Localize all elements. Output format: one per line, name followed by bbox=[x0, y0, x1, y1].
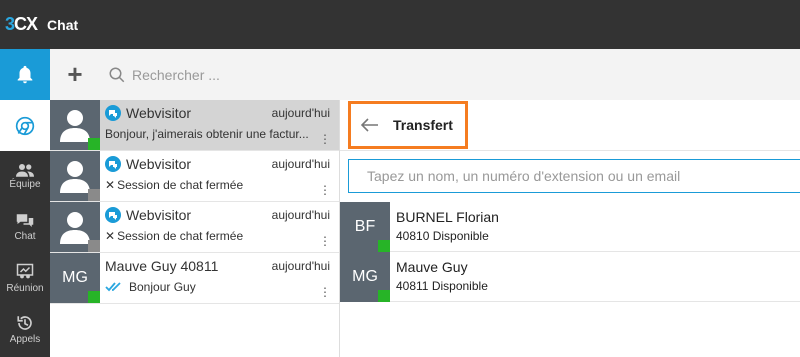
search-icon bbox=[109, 67, 125, 82]
more-options-icon[interactable]: ⋮ bbox=[319, 235, 331, 247]
chat-icon bbox=[16, 214, 34, 227]
sidebar-item-label: Réunion bbox=[6, 283, 44, 294]
sidebar: Équipe Chat Réunion Appels bbox=[0, 49, 50, 357]
timestamp: aujourd'hui bbox=[271, 259, 330, 273]
status-indicator bbox=[88, 138, 100, 150]
toolbar: + Rechercher ... bbox=[50, 49, 800, 100]
avatar-initials: MG bbox=[62, 269, 88, 286]
add-button[interactable]: + bbox=[50, 59, 100, 90]
app-title: Chat bbox=[47, 16, 79, 33]
webvisitor-icon bbox=[105, 207, 121, 223]
conversation-item[interactable]: Webvisitor aujourd'hui ✕ Session de chat … bbox=[50, 151, 339, 202]
more-options-icon[interactable]: ⋮ bbox=[319, 184, 331, 196]
contact-item[interactable]: MG Mauve Guy 40811 Disponible bbox=[340, 252, 800, 302]
contact-name: Mauve Guy bbox=[396, 259, 468, 275]
panel-title: Transfert bbox=[393, 117, 453, 133]
avatar: BF bbox=[340, 202, 390, 252]
avatar-initials: MG bbox=[352, 268, 378, 285]
contact-status: Disponible bbox=[432, 229, 489, 243]
avatar: MG bbox=[340, 252, 390, 302]
contact-name: Webvisitor bbox=[126, 207, 192, 223]
contact-extension: 40811 bbox=[396, 279, 429, 293]
contact-name: Webvisitor bbox=[126, 156, 192, 172]
contact-name: Mauve Guy 40811 bbox=[105, 258, 219, 274]
status-indicator bbox=[88, 240, 100, 252]
sidebar-item-team[interactable]: Équipe bbox=[0, 151, 50, 202]
sidebar-item-calls[interactable]: Appels bbox=[0, 304, 50, 355]
meeting-icon bbox=[16, 263, 34, 279]
sidebar-item-meeting[interactable]: Réunion bbox=[0, 253, 50, 304]
sidebar-item-browser[interactable] bbox=[0, 100, 50, 151]
status-indicator bbox=[378, 240, 390, 252]
sidebar-item-label: Chat bbox=[14, 231, 36, 242]
bell-icon bbox=[17, 65, 33, 83]
avatar bbox=[50, 151, 100, 201]
transfer-header: Transfert bbox=[348, 101, 468, 149]
conversation-item[interactable]: MG Mauve Guy 40811 aujourd'hui Bonjour G… bbox=[50, 253, 339, 304]
timestamp: aujourd'hui bbox=[271, 208, 330, 222]
contact-item[interactable]: BF BURNEL Florian 40810 Disponible bbox=[340, 202, 800, 252]
status-indicator bbox=[378, 290, 390, 302]
conversation-item[interactable]: Webvisitor aujourd'hui Bonjour, j'aimera… bbox=[50, 100, 339, 151]
status-indicator bbox=[88, 291, 100, 303]
last-message: Bonjour, j'aimerais obtenir une factur..… bbox=[105, 127, 309, 141]
webvisitor-icon bbox=[105, 105, 121, 121]
transfer-search-input[interactable]: Tapez un nom, un numéro d'extension ou u… bbox=[348, 159, 800, 193]
status-indicator bbox=[88, 189, 100, 201]
search-input[interactable]: Rechercher ... bbox=[108, 66, 220, 84]
sidebar-item-chat[interactable]: Chat bbox=[0, 202, 50, 253]
webvisitor-icon bbox=[105, 156, 121, 172]
closed-icon: ✕ bbox=[105, 229, 116, 243]
person-icon bbox=[60, 212, 90, 244]
team-icon bbox=[16, 164, 34, 177]
more-options-icon[interactable]: ⋮ bbox=[319, 286, 331, 298]
person-icon bbox=[60, 161, 90, 193]
timestamp: aujourd'hui bbox=[271, 106, 330, 120]
last-message: ✕ Session de chat fermée bbox=[105, 178, 244, 192]
chrome-icon bbox=[15, 116, 35, 135]
avatar bbox=[50, 100, 100, 150]
top-bar: 3CX Chat bbox=[0, 0, 800, 49]
conversation-item[interactable]: Webvisitor aujourd'hui ✕ Session de chat … bbox=[50, 202, 339, 253]
last-message: Bonjour Guy bbox=[105, 280, 315, 294]
sidebar-item-notifications[interactable] bbox=[0, 49, 50, 100]
history-icon bbox=[17, 316, 32, 330]
search-placeholder: Rechercher ... bbox=[132, 66, 220, 83]
double-check-icon bbox=[105, 282, 121, 292]
avatar-initials: BF bbox=[354, 218, 376, 235]
person-icon bbox=[60, 110, 90, 142]
avatar bbox=[50, 202, 100, 252]
contact-name: Webvisitor bbox=[126, 105, 192, 121]
closed-icon: ✕ bbox=[105, 178, 116, 192]
contact-status: Disponible bbox=[431, 279, 488, 293]
more-options-icon[interactable]: ⋮ bbox=[319, 133, 331, 145]
timestamp: aujourd'hui bbox=[271, 157, 330, 171]
app-logo: 3CX bbox=[5, 14, 38, 34]
contact-extension: 40810 bbox=[396, 229, 430, 243]
input-placeholder: Tapez un nom, un numéro d'extension ou u… bbox=[367, 168, 681, 184]
conversation-list: Webvisitor aujourd'hui Bonjour, j'aimera… bbox=[50, 100, 340, 357]
last-message: ✕ Session de chat fermée bbox=[105, 229, 244, 243]
sidebar-item-label: Équipe bbox=[9, 179, 41, 190]
back-arrow-icon[interactable] bbox=[361, 118, 379, 132]
transfer-panel: Transfert Tapez un nom, un numéro d'exte… bbox=[340, 100, 800, 357]
avatar: MG bbox=[50, 253, 100, 303]
contact-name: BURNEL Florian bbox=[396, 209, 499, 225]
sidebar-item-label: Appels bbox=[9, 334, 41, 345]
